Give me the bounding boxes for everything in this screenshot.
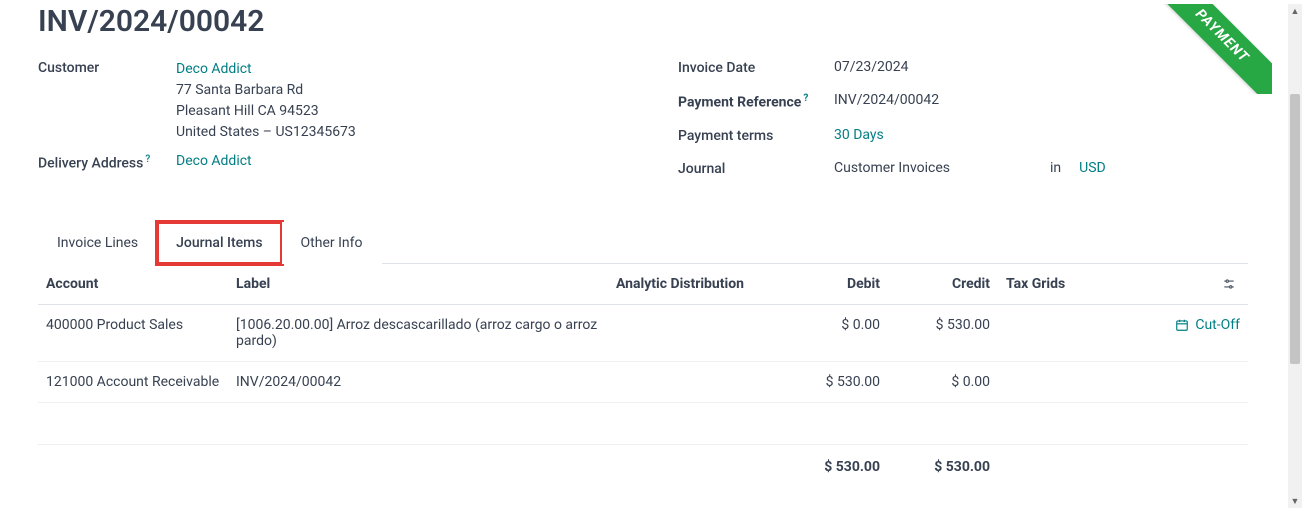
scroll-down-icon[interactable]: ▼ [1288, 494, 1302, 508]
cell-account: 121000 Account Receivable [38, 361, 228, 402]
th-debit[interactable]: Debit [778, 264, 888, 305]
tab-other-info[interactable]: Other Info [282, 222, 382, 264]
payment-terms-link[interactable]: 30 Days [834, 127, 884, 143]
scroll-up-icon[interactable]: ▲ [1288, 4, 1302, 18]
table-row[interactable]: 121000 Account Receivable INV/2024/00042… [38, 361, 1248, 402]
vertical-scrollbar[interactable]: ▲ ▼ [1288, 4, 1302, 508]
th-credit[interactable]: Credit [888, 264, 998, 305]
cell-debit: $ 0.00 [778, 304, 888, 361]
journal-items-table: Account Label Analytic Distribution Debi… [38, 264, 1248, 487]
payment-reference-value: INV/2024/00042 [834, 92, 939, 108]
table-row[interactable]: 400000 Product Sales [1006.20.00.00] Arr… [38, 304, 1248, 361]
scrollbar-thumb[interactable] [1290, 94, 1300, 364]
total-debit: $ 530.00 [778, 444, 888, 487]
tab-bar: Invoice Lines Journal Items Other Info [38, 221, 1248, 264]
journal-label: Journal [678, 160, 834, 177]
tab-journal-items[interactable]: Journal Items [157, 222, 281, 264]
journal-value: Customer Invoices [834, 160, 950, 176]
cell-label: [1006.20.00.00] Arroz descascarillado (a… [228, 304, 608, 361]
th-account[interactable]: Account [38, 264, 228, 305]
total-credit: $ 530.00 [888, 444, 998, 487]
cell-debit: $ 530.00 [778, 361, 888, 402]
payment-terms-label: Payment terms [678, 127, 834, 144]
cell-account: 400000 Product Sales [38, 304, 228, 361]
cell-credit: $ 530.00 [888, 304, 998, 361]
invoice-date-value: 07/23/2024 [834, 59, 909, 75]
customer-label: Customer [38, 59, 176, 76]
page-title: INV/2024/00042 [38, 4, 1248, 39]
cut-off-button[interactable]: Cut-Off [1175, 317, 1240, 333]
delivery-address-link[interactable]: Deco Addict [176, 153, 252, 169]
table-empty-row [38, 402, 1248, 444]
customer-address-line: 77 Santa Barbara Rd [176, 80, 356, 101]
help-icon[interactable]: ? [145, 154, 150, 165]
th-tax-grids[interactable]: Tax Grids [998, 264, 1214, 305]
journal-in-label: in [1050, 160, 1061, 176]
customer-link[interactable]: Deco Addict [176, 59, 356, 80]
cell-analytic [608, 304, 778, 361]
delivery-address-label: Delivery Address? [38, 153, 176, 172]
cell-label: INV/2024/00042 [228, 361, 608, 402]
customer-address-line: United States – US12345673 [176, 122, 356, 143]
th-analytic[interactable]: Analytic Distribution [608, 264, 778, 305]
customer-address-line: Pleasant Hill CA 94523 [176, 101, 356, 122]
table-totals-row: $ 530.00 $ 530.00 [38, 444, 1248, 487]
calendar-icon [1175, 318, 1189, 332]
tab-invoice-lines[interactable]: Invoice Lines [38, 222, 157, 264]
help-icon[interactable]: ? [803, 93, 808, 104]
th-label[interactable]: Label [228, 264, 608, 305]
invoice-date-label: Invoice Date [678, 59, 834, 76]
cell-analytic [608, 361, 778, 402]
columns-settings-icon[interactable] [1222, 276, 1236, 292]
currency-link[interactable]: USD [1079, 160, 1106, 176]
payment-reference-label: Payment Reference? [678, 92, 834, 111]
cell-credit: $ 0.00 [888, 361, 998, 402]
